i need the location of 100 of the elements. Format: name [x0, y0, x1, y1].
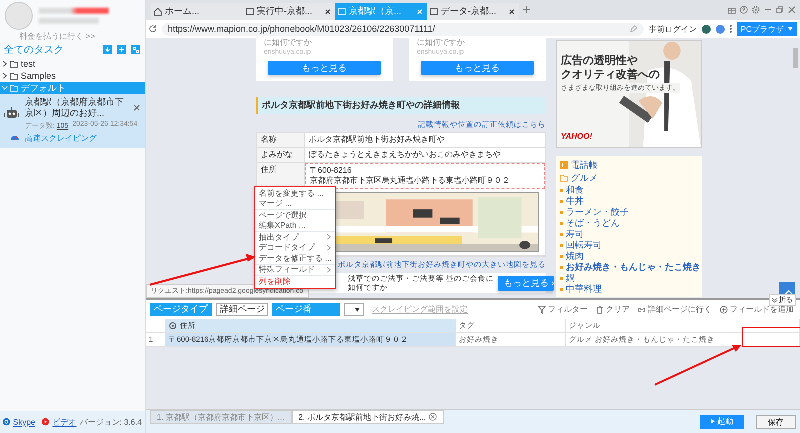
category-link[interactable]: 寿司: [560, 229, 698, 239]
category-link[interactable]: 牛丼: [560, 196, 698, 206]
all-tasks-title: 全てのタスク: [4, 44, 65, 57]
avatar[interactable]: [702, 24, 711, 34]
restore-icon[interactable]: [776, 6, 784, 14]
highlight-box: [742, 327, 800, 347]
scrollbar[interactable]: [793, 48, 798, 68]
category-link[interactable]: 中華料理: [560, 284, 698, 294]
category-link[interactable]: 焼肉: [560, 251, 698, 261]
category-link[interactable]: そば・うどん: [560, 218, 698, 228]
menu-item[interactable]: 特殊フィールド: [255, 264, 335, 275]
browser-tab[interactable]: 実行中-京都...: [243, 3, 335, 20]
menu-item[interactable]: マージ ...: [255, 198, 335, 209]
reload-icon[interactable]: [149, 25, 157, 33]
save-button[interactable]: 保存: [756, 414, 796, 428]
detail-label: 名称: [257, 133, 305, 148]
pre-login-link[interactable]: 事前ログイン: [648, 24, 697, 34]
banner-headline: 広告の透明性や: [561, 55, 639, 68]
close-icon[interactable]: [133, 104, 141, 112]
chevron-icon: [2, 86, 8, 90]
skype-icon: [3, 417, 10, 427]
page-number-label: ページ番: [272, 303, 340, 316]
close-icon[interactable]: [508, 8, 516, 16]
menu-item[interactable]: 列を削除: [255, 276, 335, 286]
page-type-label: ページタイプ: [150, 303, 212, 316]
browser-tab[interactable]: ホーム...: [151, 3, 243, 20]
menu-item[interactable]: 抽出タイプ: [255, 232, 335, 242]
category-link[interactable]: ラーメン・餃子: [560, 207, 698, 217]
robot-icon: [4, 107, 20, 121]
toolbar-button[interactable]: フィルター: [536, 304, 590, 315]
task-title: 京都駅（京都府京都市下京区）周辺のお好...: [25, 97, 125, 119]
grid-icon[interactable]: [131, 45, 141, 55]
scrape-mode: 高速スクレイピング: [25, 133, 98, 144]
link-icon: [638, 306, 646, 314]
caret-icon: [788, 27, 793, 31]
target-icon: [169, 322, 177, 330]
page-icon: [430, 8, 438, 16]
pen-icon: [630, 25, 638, 33]
toolbar-button[interactable]: フィールドを追加: [718, 304, 796, 315]
more-icon[interactable]: [730, 25, 732, 33]
menu-item[interactable]: 名前を変更する ...: [255, 188, 335, 198]
ad-text: に如何ですか: [264, 38, 313, 47]
home-icon: [154, 8, 162, 16]
chevron-up-icon: [785, 290, 793, 295]
page-number-select[interactable]: [344, 303, 364, 316]
url-field[interactable]: https://www.mapion.co.jp/phonebook/M01023/26106/22630071111/: [162, 22, 644, 36]
browser-mode-button[interactable]: PCブラウザ: [736, 22, 797, 36]
folder-item[interactable]: test: [0, 58, 145, 70]
more-button[interactable]: もっと見る ›: [498, 276, 554, 290]
add-icon: [720, 306, 728, 314]
filter-icon: [538, 306, 546, 314]
close-icon[interactable]: [324, 8, 332, 16]
video-link[interactable]: ビデオ: [52, 416, 77, 428]
page-icon: [246, 8, 254, 16]
start-button[interactable]: 起動: [700, 414, 744, 428]
chevron-icon: [327, 266, 331, 273]
help-icon[interactable]: [740, 6, 748, 14]
detail-value: ポルタ京都駅前地下街お好み焼き町や: [305, 133, 545, 148]
directory-title[interactable]: 電話帳: [571, 158, 598, 172]
category-title[interactable]: グルメ: [571, 172, 598, 184]
category-link[interactable]: お好み焼き・もんじゃ・たこ焼き: [560, 262, 698, 272]
avatar: [5, 2, 33, 30]
user-icon[interactable]: [716, 24, 725, 34]
close-icon[interactable]: [429, 413, 438, 421]
more-button[interactable]: もっと見る: [268, 61, 381, 75]
add-icon[interactable]: [117, 45, 127, 55]
ad-text: に如何ですか: [417, 38, 466, 47]
trash-icon: [596, 306, 604, 314]
import-icon[interactable]: [103, 45, 113, 55]
menu-item[interactable]: デコードタイプ: [255, 242, 335, 253]
detail-label: よみがな: [257, 148, 305, 163]
page-type-select[interactable]: 詳細ページ: [216, 303, 268, 316]
video-icon: [42, 417, 50, 427]
redacted-name: [39, 8, 109, 24]
menu-item[interactable]: ページで選択: [255, 210, 335, 220]
more-button[interactable]: もっと見る: [421, 61, 534, 75]
folder-icon: [560, 174, 568, 182]
category-link[interactable]: 鍋: [560, 273, 698, 283]
detail-value: ぽるたきょうとえきまえちかがいおこのみやきまちや: [305, 148, 545, 163]
banner-headline: クオリティ改善への: [561, 69, 661, 82]
page-icon: [338, 8, 346, 16]
toolbar-button[interactable]: クリア: [594, 304, 632, 315]
skype-link[interactable]: Skype: [13, 418, 36, 426]
chevron-icon: [772, 298, 778, 302]
banner-logo: YAHOO!: [561, 132, 592, 141]
play-icon: [710, 419, 714, 424]
browser-tab[interactable]: データ-京都...: [427, 3, 519, 20]
category-link[interactable]: 和食: [560, 185, 698, 195]
version-label: バージョン: 3.6.4: [80, 416, 142, 428]
menu-item[interactable]: データを修正する ...: [255, 253, 335, 264]
speed-gauge-icon: [10, 133, 20, 141]
toolbar-button[interactable]: 詳細ページに行く: [636, 304, 714, 315]
settings-icon[interactable]: [752, 6, 760, 14]
category-link[interactable]: 回転寿司: [560, 240, 698, 250]
caret-icon: [355, 308, 360, 312]
result-tab[interactable]: 2. ポルタ京都駅前地下街お好み焼...: [292, 410, 444, 424]
menu-item[interactable]: 編集XPath ...: [255, 220, 335, 231]
new-tab-icon[interactable]: [523, 6, 531, 14]
folder-item[interactable]: Samples: [0, 70, 145, 82]
section-title: ポルタ京都駅前地下街お好み焼き町やの詳細情報: [256, 97, 546, 114]
